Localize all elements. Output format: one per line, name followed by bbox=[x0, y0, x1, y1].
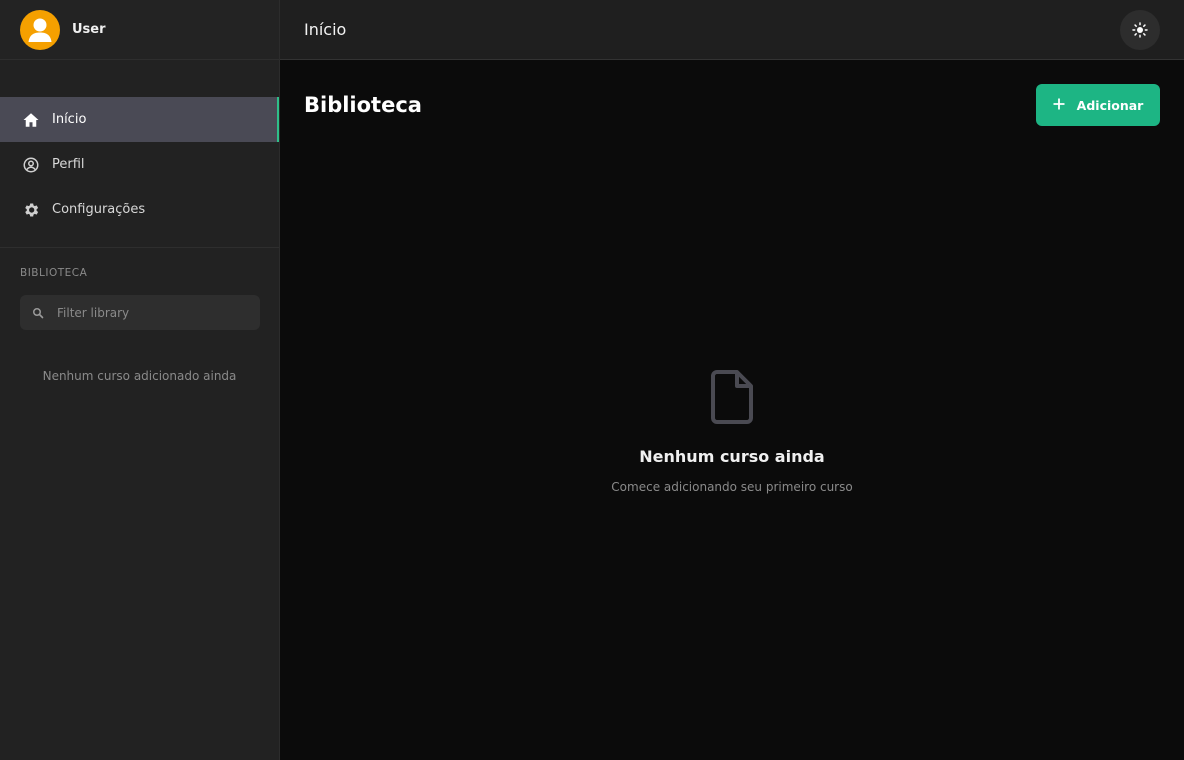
sidebar: User Início Perfil Configurações BIBLIOT… bbox=[0, 0, 280, 760]
sidebar-divider bbox=[0, 247, 279, 248]
sidebar-item-perfil[interactable]: Perfil bbox=[0, 142, 279, 187]
user-circle-icon bbox=[22, 156, 40, 174]
sidebar-item-inicio[interactable]: Início bbox=[0, 97, 279, 142]
add-course-button[interactable]: Adicionar bbox=[1036, 84, 1160, 126]
theme-toggle-button[interactable] bbox=[1120, 10, 1160, 50]
sidebar-nav: Início Perfil Configurações bbox=[0, 97, 279, 232]
app-window: User Início Perfil Configurações BIBLIOT… bbox=[0, 0, 1184, 760]
filter-library-box[interactable] bbox=[20, 295, 260, 330]
gear-icon bbox=[22, 201, 40, 219]
main-content: Biblioteca Adicionar Nenhum curso ainda … bbox=[280, 61, 1184, 760]
sidebar-item-label: Início bbox=[52, 112, 87, 127]
empty-state: Nenhum curso ainda Comece adicionando se… bbox=[280, 369, 1184, 494]
sidebar-item-configuracoes[interactable]: Configurações bbox=[0, 187, 279, 232]
user-profile-row[interactable]: User bbox=[0, 0, 279, 60]
empty-state-title: Nenhum curso ainda bbox=[639, 447, 825, 466]
top-bar: Início bbox=[280, 0, 1184, 60]
filter-library-input[interactable] bbox=[57, 305, 247, 320]
user-avatar-icon bbox=[28, 18, 52, 42]
home-icon bbox=[22, 111, 40, 129]
user-name: User bbox=[72, 22, 106, 37]
plus-icon bbox=[1053, 98, 1065, 113]
sidebar-item-label: Configurações bbox=[52, 202, 146, 217]
page-title: Biblioteca bbox=[304, 93, 422, 117]
library-section-label: BIBLIOTECA bbox=[20, 267, 88, 279]
document-icon bbox=[711, 370, 753, 424]
sidebar-empty-message: Nenhum curso adicionado ainda bbox=[42, 369, 237, 383]
avatar bbox=[20, 9, 60, 50]
page-header-title: Início bbox=[304, 20, 347, 39]
search-icon bbox=[33, 307, 44, 318]
empty-state-subtitle: Comece adicionando seu primeiro curso bbox=[611, 480, 853, 494]
sun-icon bbox=[1132, 22, 1148, 38]
add-button-label: Adicionar bbox=[1076, 97, 1144, 113]
sidebar-item-label: Perfil bbox=[52, 157, 85, 172]
